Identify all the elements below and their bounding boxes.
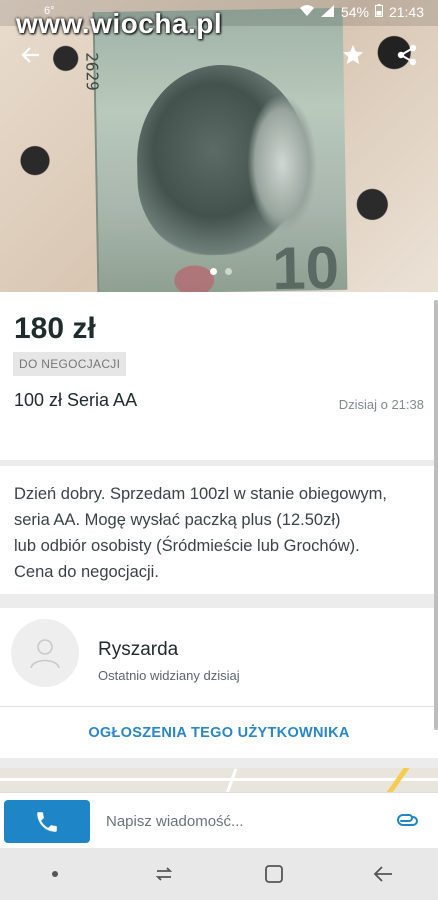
arrow-left-icon (21, 47, 39, 63)
photo-pager (210, 268, 232, 275)
battery-level: 54% (340, 4, 369, 20)
back-icon (373, 866, 393, 882)
map-road (0, 778, 438, 781)
banknote-image: 2629 10 (82, 7, 348, 292)
paperclip-icon (397, 814, 418, 826)
nav-dot-button[interactable] (35, 854, 75, 894)
banknote-serial: 2629 (82, 52, 102, 91)
negotiation-badge: DO NEGOCJACJI (13, 352, 127, 376)
star-icon (343, 45, 363, 64)
dot-icon (51, 871, 58, 877)
description-line: Dzień dobry. Sprzedam 100zl w stanie obi… (14, 485, 387, 503)
watermark: www.wiocha.pl (16, 8, 223, 39)
back-button[interactable] (16, 40, 46, 70)
listing-header-card: 180 zł (0, 292, 438, 460)
share-icon (397, 44, 417, 66)
back-nav-button[interactable] (363, 854, 403, 894)
price: 180 zł (14, 312, 96, 345)
description-line: seria AA. Mogę wysłać paczką plus (12.50… (14, 511, 341, 529)
share-button[interactable] (392, 40, 422, 70)
divider (0, 706, 438, 707)
pager-dot (225, 268, 232, 275)
favorite-button[interactable] (338, 40, 368, 70)
map-road (225, 768, 238, 794)
seller-last-seen: Ostatnio widziany dzisiaj (98, 668, 240, 683)
avatar[interactable] (11, 619, 79, 687)
seller-name[interactable]: Ryszarda (98, 639, 178, 661)
recents-icon (156, 867, 173, 881)
seal-illustration (173, 265, 215, 292)
recents-button[interactable] (144, 854, 184, 894)
map-road (385, 768, 410, 794)
system-nav-bar (0, 848, 438, 900)
clock: 21:43 (388, 4, 424, 20)
message-input[interactable] (106, 803, 376, 839)
pager-dot-active (210, 268, 217, 275)
home-button[interactable] (254, 854, 294, 894)
signal-icon (320, 4, 335, 20)
message-composer (0, 792, 438, 848)
attach-button[interactable] (394, 807, 422, 835)
battery-icon (374, 4, 383, 20)
user-ads-link[interactable]: OGŁOSZENIA TEGO UŻYTKOWNIKA (0, 708, 438, 758)
listing-description: Dzień dobry. Sprzedam 100zl w stanie obi… (14, 481, 424, 585)
description-line: Cena do negocjacji. (14, 563, 159, 581)
listing-photo[interactable]: 2629 10 (0, 0, 438, 292)
description-line: lub odbiór osobisty (Śródmieście lub Gro… (14, 537, 360, 555)
call-button[interactable] (4, 800, 90, 843)
status-icons: 54% 21:43 (299, 4, 424, 20)
phone-icon (37, 811, 57, 832)
crown-illustration (246, 93, 319, 235)
home-icon (264, 865, 283, 883)
location-map[interactable] (0, 768, 438, 794)
user-icon (30, 639, 60, 669)
scrollbar[interactable] (434, 300, 438, 730)
listing-title: 100 zł Seria AA (14, 390, 138, 410)
wifi-icon (299, 4, 315, 20)
posted-time: Dzisiaj o 21:38 (338, 397, 424, 412)
banknote-denomination: 10 (271, 233, 340, 292)
